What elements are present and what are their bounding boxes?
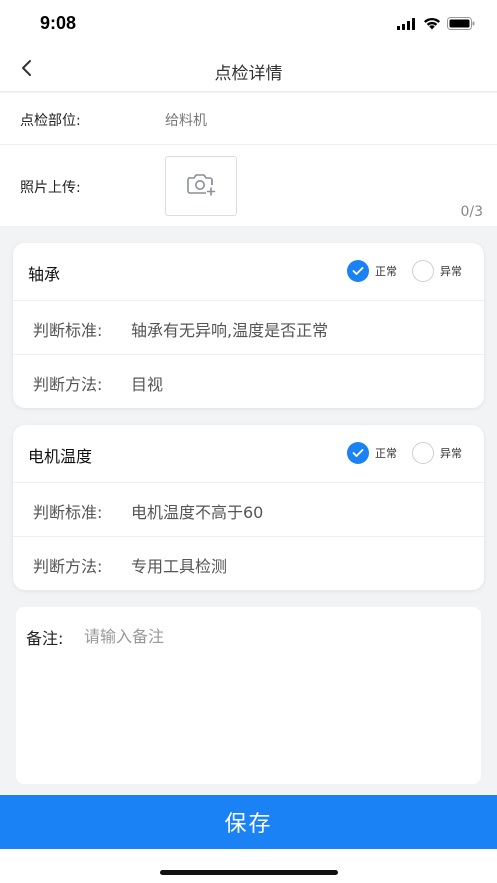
standard-value: 电机温度不高于60: [131, 503, 264, 522]
card-title: 轴承: [28, 265, 61, 284]
method-value: 目视: [131, 375, 164, 394]
status-icons: [397, 15, 475, 34]
abnormal-label: 异常: [440, 447, 462, 460]
battery-icon: [447, 15, 475, 34]
camera-add-icon: [185, 171, 217, 201]
info-panel: 点检部位: 给料机 照片上传: 0/3: [0, 93, 497, 226]
status-bar: 9:08: [0, 0, 497, 48]
photo-upload-button[interactable]: [165, 156, 237, 216]
save-button[interactable]: 保存: [0, 795, 497, 849]
bottom-safe-area: [0, 849, 497, 883]
location-row: 点检部位: 给料机: [0, 93, 497, 145]
method-row: 判断方法: 专用工具检测: [13, 537, 484, 591]
normal-label: 正常: [375, 265, 397, 278]
photo-label: 照片上传:: [20, 180, 81, 196]
method-value: 专用工具检测: [131, 557, 228, 576]
location-value: 给料机: [165, 113, 207, 129]
normal-radio[interactable]: 正常: [347, 442, 397, 464]
nav-bar: 点检详情: [0, 48, 497, 92]
normal-radio[interactable]: 正常: [347, 260, 397, 282]
status-time: 9:08: [40, 13, 77, 33]
standard-row: 判断标准: 电机温度不高于60: [13, 483, 484, 537]
standard-label: 判断标准:: [33, 503, 103, 522]
standard-value: 轴承有无异响,温度是否正常: [131, 321, 329, 340]
page-title: 点检详情: [214, 64, 283, 84]
abnormal-label: 异常: [440, 265, 462, 278]
method-row: 判断方法: 目视: [13, 355, 484, 409]
abnormal-radio[interactable]: 异常: [412, 442, 462, 464]
inspection-card: 轴承 正常 异常 判断标准: 轴承有无异响,温度是否正常 判断方法: 目视: [13, 243, 484, 408]
method-label: 判断方法:: [33, 375, 103, 394]
abnormal-radio[interactable]: 异常: [412, 260, 462, 282]
standard-label: 判断标准:: [33, 321, 103, 340]
standard-row: 判断标准: 轴承有无异响,温度是否正常: [13, 301, 484, 355]
home-indicator: [160, 870, 338, 875]
method-label: 判断方法:: [33, 557, 103, 576]
notes-input[interactable]: [84, 619, 464, 769]
inspection-card: 电机温度 正常 异常 判断标准: 电机温度不高于60 判断方法: 专用工具检测: [13, 425, 484, 590]
check-icon: [347, 260, 369, 282]
normal-label: 正常: [375, 447, 397, 460]
card-title: 电机温度: [28, 447, 93, 466]
radio-empty-icon: [412, 442, 434, 464]
card-header: 轴承 正常 异常: [13, 243, 484, 301]
notes-label: 备注:: [26, 629, 64, 648]
card-header: 电机温度 正常 异常: [13, 425, 484, 483]
photo-count: 0/3: [460, 204, 483, 220]
location-label: 点检部位:: [20, 113, 81, 129]
signal-icon: [397, 15, 417, 34]
check-icon: [347, 442, 369, 464]
notes-section: 备注:: [16, 607, 481, 784]
wifi-icon: [423, 15, 441, 34]
radio-empty-icon: [412, 260, 434, 282]
